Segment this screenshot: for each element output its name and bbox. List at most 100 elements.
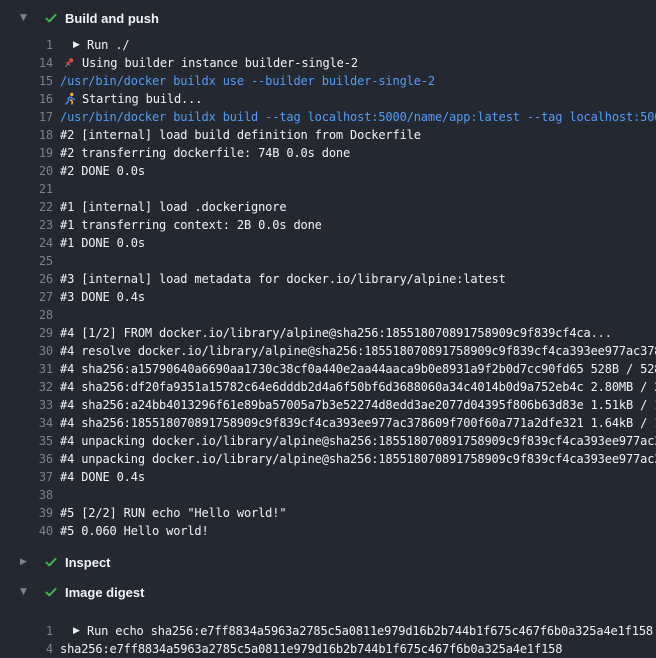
log-line: 27 #3 DONE 0.4s [0, 288, 656, 306]
log-line: 1▶Run ./ [0, 36, 656, 54]
line-number[interactable]: 39 [0, 504, 53, 522]
line-number[interactable]: 1 [0, 36, 53, 54]
expand-group-icon[interactable]: ▶ [73, 622, 82, 640]
log-line: 19 #2 transferring dockerfile: 74B 0.0s d… [0, 144, 656, 162]
log-line-content: #4 sha256:a24bb4013296f61e89ba57005a7b3e… [53, 396, 656, 414]
line-number[interactable]: 4 [0, 640, 53, 658]
log-line: 39 #5 [2/2] RUN echo "Hello world!" [0, 504, 656, 522]
log-line: 40 #5 0.060 Hello world! [0, 522, 656, 540]
log-line-content: #1 transferring context: 2B 0.0s done [53, 216, 656, 234]
line-number[interactable]: 23 [0, 216, 53, 234]
log-line: 38 [0, 486, 656, 504]
log-line: 1▶Run echo sha256:e7ff8834a5963a2785c5a0… [0, 622, 656, 640]
log-line: 15/usr/bin/docker buildx use --builder b… [0, 72, 656, 90]
expand-group-icon[interactable]: ▶ [73, 36, 82, 54]
line-number[interactable]: 38 [0, 486, 53, 504]
log-line-content: #3 [internal] load metadata for docker.i… [53, 270, 656, 288]
log-text: #3 [internal] load metadata for docker.i… [60, 270, 506, 288]
log-line: 21 [0, 180, 656, 198]
log-line: 30 #4 resolve docker.io/library/alpine@sh… [0, 342, 656, 360]
log-text: #2 [internal] load build definition from… [60, 126, 421, 144]
line-number[interactable]: 14 [0, 54, 53, 72]
log-line-content: #4 sha256:a15790640a6690aa1730c38cf0a440… [53, 360, 656, 378]
section-header-build-and-push[interactable]: ▼ Build and push [0, 4, 656, 32]
line-number[interactable]: 27 [0, 288, 53, 306]
log-line: 25 [0, 252, 656, 270]
line-number[interactable]: 40 [0, 522, 53, 540]
log-line-content: Starting build... [53, 90, 656, 108]
line-number[interactable]: 1 [0, 622, 53, 640]
section-image-digest: ▼ Image digest 1▶Run echo sha256:e7ff8834a… [0, 578, 656, 658]
line-number[interactable]: 35 [0, 432, 53, 450]
log-line-content [53, 252, 656, 270]
log-line-content: #2 [internal] load build definition from… [53, 126, 656, 144]
log-line: 36 #4 unpacking docker.io/library/alpine@… [0, 450, 656, 468]
line-number[interactable]: 25 [0, 252, 53, 270]
log-text: #2 transferring dockerfile: 74B 0.0s don… [60, 144, 350, 162]
log-text: #1 DONE 0.0s [60, 234, 145, 252]
line-number[interactable]: 21 [0, 180, 53, 198]
log-text: Using builder instance builder-single-2 [82, 54, 358, 72]
line-number[interactable]: 28 [0, 306, 53, 324]
log-text: #4 sha256:df20fa9351a15782c64e6dddb2d4a6… [60, 378, 656, 396]
line-number[interactable]: 20 [0, 162, 53, 180]
log-text: #4 sha256:185518070891758909c9f839cf4ca3… [60, 414, 656, 432]
section-title: Build and push [65, 11, 159, 26]
log-text: /usr/bin/docker buildx build --tag local… [60, 108, 656, 126]
log-line-content: #4 DONE 0.4s [53, 468, 656, 486]
line-number[interactable]: 29 [0, 324, 53, 342]
chevron-down-icon[interactable]: ▼ [20, 14, 30, 23]
log-line: 32 #4 sha256:df20fa9351a15782c64e6dddb2d4… [0, 378, 656, 396]
log-line-content [53, 306, 656, 324]
line-number[interactable]: 37 [0, 468, 53, 486]
line-number[interactable]: 18 [0, 126, 53, 144]
section-header-inspect[interactable]: ▶Inspect [0, 548, 656, 576]
chevron-down-icon[interactable]: ▼ [20, 588, 30, 597]
log-line-content [53, 486, 656, 504]
log-line: 31#4 sha256:a15790640a6690aa1730c38cf0a4… [0, 360, 656, 378]
log-line: 24 #1 DONE 0.0s [0, 234, 656, 252]
log-line-content: #1 [internal] load .dockerignore [53, 198, 656, 216]
log-line: 37 #4 DONE 0.4s [0, 468, 656, 486]
log-text: #4 unpacking docker.io/library/alpine@sh… [60, 450, 656, 468]
log-line: 20#2 DONE 0.0s [0, 162, 656, 180]
log-line-content: #1 DONE 0.0s [53, 234, 656, 252]
check-icon [44, 585, 58, 599]
log-text: #1 transferring context: 2B 0.0s done [60, 216, 322, 234]
log-viewer: ▼Build and push1▶Run ./14Using builder i… [0, 4, 656, 658]
log-line: 28 [0, 306, 656, 324]
log-line-content: /usr/bin/docker buildx build --tag local… [53, 108, 656, 126]
runner-icon [63, 92, 78, 106]
line-number[interactable]: 36 [0, 450, 53, 468]
log-text: #5 0.060 Hello world! [60, 522, 209, 540]
log-line-content: #4 sha256:df20fa9351a15782c64e6dddb2d4a6… [53, 378, 656, 396]
section-header-image-digest[interactable]: ▼ Image digest [0, 578, 656, 606]
line-number[interactable]: 19 [0, 144, 53, 162]
log-line-content: sha256:e7ff8834a5963a2785c5a0811e979d16b… [53, 640, 656, 658]
line-number[interactable]: 16 [0, 90, 53, 108]
line-number[interactable]: 33 [0, 396, 53, 414]
line-number[interactable]: 17 [0, 108, 53, 126]
section-build-and-push: ▼ Build and push 1▶Run ./14 Using builder i… [0, 4, 656, 546]
log-text: #5 [2/2] RUN echo "Hello world!" [60, 504, 286, 522]
line-number[interactable]: 34 [0, 414, 53, 432]
log-line: 14 Using builder instance builder-single-… [0, 54, 656, 72]
line-number[interactable]: 15 [0, 72, 53, 90]
section-title: Image digest [65, 585, 144, 600]
line-number[interactable]: 30 [0, 342, 53, 360]
log-line-content: #3 DONE 0.4s [53, 288, 656, 306]
log-text: #4 DONE 0.4s [60, 468, 145, 486]
log-text: #4 resolve docker.io/library/alpine@sha2… [60, 342, 656, 360]
log-line-content: #2 transferring dockerfile: 74B 0.0s don… [53, 144, 656, 162]
log-text: #3 DONE 0.4s [60, 288, 145, 306]
line-number[interactable]: 26 [0, 270, 53, 288]
line-number[interactable]: 32 [0, 378, 53, 396]
log-text: #1 [internal] load .dockerignore [60, 198, 286, 216]
line-number[interactable]: 22 [0, 198, 53, 216]
line-number[interactable]: 31 [0, 360, 53, 378]
chevron-right-icon[interactable]: ▶ [20, 558, 30, 567]
log-line-content: ▶Run ./ [53, 36, 656, 54]
log-line-content: ▶Run echo sha256:e7ff8834a5963a2785c5a08… [53, 622, 656, 640]
line-number[interactable]: 24 [0, 234, 53, 252]
log-line: 22 #1 [internal] load .dockerignore [0, 198, 656, 216]
